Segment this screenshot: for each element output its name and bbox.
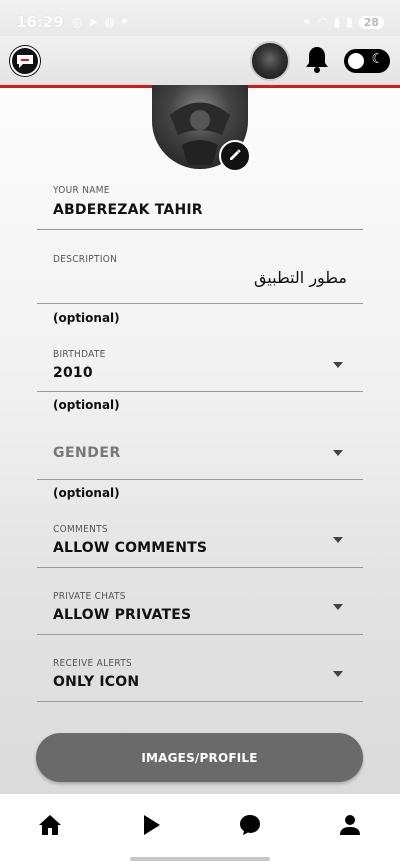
theme-toggle[interactable]: ☾ [344,48,390,73]
receive-alerts-select[interactable]: RECEIVE ALERTS ONLY ICON [37,653,363,702]
app-bar: ☾ [0,36,400,88]
chevron-down-icon [333,362,343,368]
status-left-icons: ◎ ➤ ◍ • [72,15,129,29]
birthdate-label: BIRTHDATE [53,349,106,360]
description-label: DESCRIPTION [53,254,118,265]
private-chats-label: PRIVATE CHATS [53,591,126,602]
receive-alerts-value: ONLY ICON [53,674,140,690]
play-icon[interactable] [138,812,164,838]
chat-icon[interactable] [237,812,263,838]
name-value: ABDEREZAK TAHIR [53,202,203,218]
status-right-icons: ⚭ ◠ ▮ ▮ 28 [302,15,384,29]
birthdate-select[interactable]: BIRTHDATE 2010 [37,343,363,392]
comments-label: COMMENTS [53,524,108,535]
receive-alerts-label: RECEIVE ALERTS [53,658,133,669]
private-chats-value: ALLOW PRIVATES [53,607,192,623]
wifi-icon: ◠ [318,15,328,29]
chat-logo-icon[interactable] [10,45,40,76]
private-chats-select[interactable]: PRIVATE CHATS ALLOW PRIVATES [37,586,363,635]
toggle-knob [348,52,364,69]
chevron-down-icon [333,671,343,677]
signal-icon: ▮ [333,15,341,29]
messenger-icon: ◍ [104,15,115,29]
description-hint: (optional) [53,311,120,325]
name-label: YOUR NAME [53,185,110,196]
gender-select[interactable]: GENDER [37,428,363,480]
description-value: مطور التطبيق [253,268,347,287]
gender-placeholder: GENDER [53,445,121,461]
chevron-down-icon [333,604,343,610]
moon-icon: ☾ [371,50,384,67]
telegram-icon: ➤ [88,15,99,29]
chevron-down-icon [333,537,343,543]
dot-icon: • [120,15,129,29]
pencil-icon [228,147,242,166]
signal-icon: ▮ [346,15,353,29]
bell-icon[interactable] [304,45,330,77]
gender-hint: (optional) [53,486,120,500]
notification-icon: ◎ [71,15,83,29]
comments-select[interactable]: COMMENTS ALLOW COMMENTS [37,518,363,568]
chevron-down-icon [333,450,343,456]
link-icon: ⚭ [302,15,313,29]
name-field[interactable]: YOUR NAME ABDEREZAK TAHIR [37,180,363,230]
person-icon[interactable] [337,812,363,838]
comments-value: ALLOW COMMENTS [53,540,208,556]
images-profile-button[interactable]: IMAGES/PROFILE [36,733,363,782]
birthdate-hint: (optional) [53,398,120,412]
home-icon[interactable] [37,812,63,838]
description-field[interactable]: DESCRIPTION مطور التطبيق [37,248,363,304]
app-bar-actions: ☾ [250,40,390,81]
edit-profile-picture-button[interactable] [219,140,251,172]
status-time: 16:29 [16,13,64,31]
home-indicator[interactable] [130,857,270,861]
avatar[interactable] [250,40,290,81]
battery-icon: 28 [358,15,384,29]
birthdate-value: 2010 [53,365,93,381]
